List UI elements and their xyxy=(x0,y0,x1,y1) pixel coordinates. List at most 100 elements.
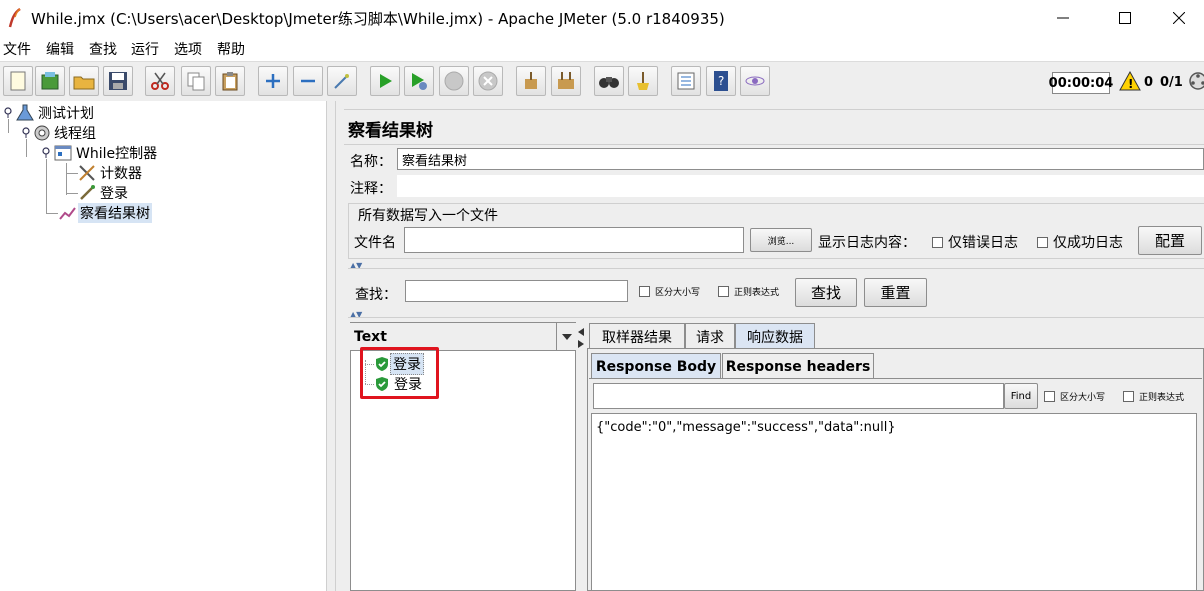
response-regex-checkbox[interactable]: 正则表达式 xyxy=(1123,390,1184,403)
menu-help[interactable]: 帮助 xyxy=(217,39,245,59)
paste-button[interactable] xyxy=(215,66,245,96)
menu-options[interactable]: 选项 xyxy=(174,39,202,59)
search-find-button[interactable]: 查找 xyxy=(795,278,857,307)
thread-group-gear-icon xyxy=(34,125,50,141)
panel-title: 察看结果树 xyxy=(348,121,433,141)
errors-only-checkbox[interactable]: 仅错误日志 xyxy=(932,232,1018,252)
shutdown-button[interactable] xyxy=(473,66,503,96)
response-find-button[interactable]: Find xyxy=(1004,383,1038,409)
clear-all-button[interactable] xyxy=(551,66,581,96)
start-no-pause-button[interactable] xyxy=(404,66,434,96)
collapse-arrow-icon[interactable] xyxy=(577,328,585,348)
toolbar: ? 00:00:04 ! 0 0/1 xyxy=(0,61,1204,101)
menu-search[interactable]: 查找 xyxy=(89,39,117,59)
list-icon xyxy=(677,72,695,90)
tree-item-thread-group[interactable]: 线程组 xyxy=(22,123,98,143)
plugins-button[interactable] xyxy=(740,66,770,96)
configure-button[interactable]: 配置 xyxy=(1138,226,1202,255)
save-button[interactable] xyxy=(103,66,133,96)
listener-graph-icon xyxy=(59,207,76,220)
menu-edit[interactable]: 编辑 xyxy=(46,39,74,59)
search-reset-button[interactable]: 重置 xyxy=(864,278,927,307)
elapsed-timer: 00:00:04 xyxy=(1049,72,1113,94)
function-helper-button[interactable] xyxy=(671,66,701,96)
warning-icon[interactable]: ! xyxy=(1119,71,1141,91)
search-case-checkbox[interactable]: 区分大小写 xyxy=(639,285,700,298)
stop-button[interactable] xyxy=(439,66,469,96)
clear-button[interactable] xyxy=(516,66,546,96)
success-only-checkbox[interactable]: 仅成功日志 xyxy=(1037,232,1123,252)
browse-button[interactable]: 浏览... xyxy=(750,228,812,252)
tab-request[interactable]: 请求 xyxy=(685,323,735,349)
maximize-icon xyxy=(1119,12,1131,24)
copy-icon xyxy=(187,72,205,91)
close-button[interactable] xyxy=(1156,4,1202,32)
response-case-checkbox[interactable]: 区分大小写 xyxy=(1044,390,1105,403)
templates-icon xyxy=(41,72,59,90)
tree-item-while-controller[interactable]: While控制器 xyxy=(42,143,159,163)
tree-item-view-results-tree[interactable]: 察看结果树 xyxy=(58,203,152,223)
log-display-label: 显示日志内容： xyxy=(818,235,916,251)
tab-sampler-result[interactable]: 取样器结果 xyxy=(589,323,685,349)
tree-item-counter[interactable]: 计数器 xyxy=(78,163,144,183)
window-title: While.jmx (C:\Users\acer\Desktop\Jmeter练… xyxy=(31,10,725,28)
play-icon xyxy=(380,74,392,88)
menu-file[interactable]: 文件 xyxy=(3,39,31,59)
tree-item-test-plan[interactable]: 测试计划 xyxy=(4,103,96,123)
title-bar: While.jmx (C:\Users\acer\Desktop\Jmeter练… xyxy=(0,0,1204,36)
tab-response-headers[interactable]: Response headers xyxy=(722,353,874,379)
menu-bar: 文件 编辑 查找 运行 选项 帮助 xyxy=(0,36,1204,61)
new-button[interactable] xyxy=(3,66,33,96)
response-body-text-area[interactable]: {"code":"0","message":"success","data":n… xyxy=(591,413,1197,591)
paste-icon xyxy=(222,72,238,91)
expand-button[interactable] xyxy=(258,66,288,96)
remote-status-icon[interactable] xyxy=(1188,71,1204,91)
checkbox-box xyxy=(718,286,729,297)
help-button[interactable]: ? xyxy=(706,66,736,96)
comment-input[interactable] xyxy=(397,175,1204,197)
response-search-input[interactable] xyxy=(593,383,1004,409)
menu-run[interactable]: 运行 xyxy=(131,39,159,59)
toggle-button[interactable] xyxy=(327,66,357,96)
broom-icon xyxy=(525,72,537,89)
response-regex-label: 正则表达式 xyxy=(1139,393,1185,403)
maximize-button[interactable] xyxy=(1102,4,1148,32)
plus-icon xyxy=(266,74,280,88)
minimize-button[interactable] xyxy=(1040,4,1086,32)
tab-response-body[interactable]: Response Body xyxy=(591,353,721,379)
checkbox-box xyxy=(1037,236,1048,248)
open-button[interactable] xyxy=(69,66,99,96)
expand-toggle-icon[interactable] xyxy=(42,147,52,159)
checkbox-box xyxy=(1044,391,1055,402)
results-splitter[interactable] xyxy=(576,322,586,591)
start-button[interactable] xyxy=(370,66,400,96)
controller-icon xyxy=(54,145,72,161)
find-button[interactable] xyxy=(594,66,624,96)
tree-item-login[interactable]: 登录 xyxy=(78,183,130,203)
tab-response-data[interactable]: 响应数据 xyxy=(735,323,815,349)
sampler-pen-icon xyxy=(80,185,95,200)
reset-search-button[interactable] xyxy=(628,66,658,96)
main-splitter[interactable] xyxy=(326,101,336,591)
search-label: 查找： xyxy=(355,287,397,303)
file-name-input[interactable] xyxy=(404,227,744,253)
broom-all-icon xyxy=(558,72,574,89)
search-input[interactable] xyxy=(405,280,628,302)
close-icon xyxy=(1173,12,1185,24)
new-file-icon xyxy=(10,71,26,91)
chevron-down-icon[interactable] xyxy=(556,323,576,350)
copy-button[interactable] xyxy=(181,66,211,96)
search-regex-checkbox[interactable]: 正则表达式 xyxy=(718,285,779,298)
warning-count: 0 xyxy=(1144,75,1154,90)
collapse-button[interactable] xyxy=(293,66,323,96)
templates-button[interactable] xyxy=(35,66,65,96)
expand-toggle-icon[interactable] xyxy=(22,127,32,139)
minimize-icon xyxy=(1057,17,1069,19)
errors-only-label: 仅错误日志 xyxy=(948,235,1018,251)
help-book-icon: ? xyxy=(714,71,728,91)
expand-toggle-icon[interactable] xyxy=(4,107,14,119)
file-name-label: 文件名 xyxy=(354,235,396,251)
cut-button[interactable] xyxy=(145,66,175,96)
active-threads: 0/1 xyxy=(1160,75,1183,90)
name-input[interactable]: 察看结果树 xyxy=(397,148,1204,170)
